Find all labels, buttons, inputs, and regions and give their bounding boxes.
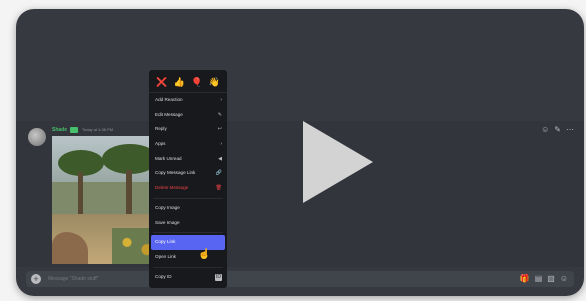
menu-item-edit-message[interactable]: Edit Message ✎ [149, 108, 227, 123]
image-trunk [126, 170, 132, 214]
menu-item-label: Edit Message [155, 111, 183, 117]
link-icon: 🔗 [215, 170, 222, 177]
menu-item-mark-unread[interactable]: Mark Unread ◀ [149, 152, 227, 167]
avatar[interactable] [28, 128, 46, 146]
menu-item-copy-message-link[interactable]: Copy Message Link 🔗 [149, 166, 227, 181]
menu-item-label: Save Image [155, 219, 180, 225]
pencil-icon: ✎ [217, 111, 222, 118]
menu-item-label: Copy Message Link [155, 170, 196, 176]
plus-icon[interactable]: + [31, 274, 41, 284]
menu-item-copy-id[interactable]: Copy ID ID [149, 270, 227, 285]
add-reaction-icon[interactable]: ☺ [541, 125, 549, 134]
menu-item-delete-message[interactable]: Delete Message 🗑 [149, 181, 227, 196]
menu-item-label: Mark Unread [155, 155, 182, 161]
reaction-wave-icon[interactable]: 👋 [209, 77, 220, 88]
menu-item-label: Add Reaction [155, 97, 183, 102]
trash-icon: 🗑 [215, 185, 222, 192]
gif-icon[interactable]: ▤ [535, 274, 543, 284]
message-context-menu: ❌ 👍 🎈 👋 Add Reaction › Edit Message ✎ Repl… [149, 70, 227, 288]
sticker-icon[interactable]: ▧ [547, 274, 555, 284]
edit-icon[interactable]: ✎ [554, 125, 561, 134]
message-image[interactable] [52, 136, 162, 264]
emoji-icon[interactable]: ☺ [560, 274, 568, 284]
menu-item-label: Copy Image [155, 204, 180, 210]
reaction-balloon-icon[interactable]: 🎈 [191, 77, 202, 88]
menu-item-label: Reply [155, 126, 167, 132]
message-author[interactable]: Shade [52, 127, 67, 133]
chevron-right-icon: › [220, 97, 222, 103]
image-trunk [78, 172, 83, 214]
reaction-thumbs-up-icon[interactable]: 👍 [174, 77, 185, 88]
hand-cursor-icon: ☝ [198, 249, 211, 260]
menu-item-label: Open Link [155, 253, 176, 259]
id-icon: ID [215, 273, 222, 281]
mark-unread-icon: ◀ [218, 155, 222, 162]
menu-item-copy-image[interactable]: Copy Image [149, 201, 227, 216]
quick-reactions: ❌ 👍 🎈 👋 [149, 70, 227, 93]
discord-window: Shade Today at 4:38 PM ☺ ✎ ⋯ + Message "… [16, 9, 584, 296]
message-row[interactable]: Shade Today at 4:38 PM [16, 121, 584, 267]
input-bar-icons: 🎁 ▤ ▧ ☺ [520, 274, 568, 284]
message-hover-toolbar: ☺ ✎ ⋯ [541, 125, 574, 134]
menu-item-copy-link[interactable]: Copy Link [151, 235, 225, 250]
menu-item-open-link[interactable]: Open Link [149, 250, 227, 265]
message-input[interactable]: Message "Shade stuff" [48, 274, 98, 284]
message-input-bar[interactable]: + Message "Shade stuff" 🎁 ▤ ▧ ☺ [26, 271, 574, 287]
reply-icon: ↩ [217, 126, 222, 133]
menu-divider [153, 197, 223, 199]
message-timestamp: Today at 4:38 PM [82, 127, 114, 132]
menu-divider [153, 266, 223, 268]
chevron-right-icon: › [220, 141, 222, 148]
menu-divider [153, 232, 223, 234]
more-icon[interactable]: ⋯ [566, 125, 574, 134]
menu-item-label: Apps [155, 141, 166, 147]
play-icon[interactable] [303, 121, 373, 203]
gift-icon[interactable]: 🎁 [520, 274, 530, 284]
menu-item-reply[interactable]: Reply ↩ [149, 122, 227, 137]
menu-item-label: Copy Link [155, 239, 176, 245]
menu-item-label: Copy ID [155, 273, 172, 279]
reaction-x-icon[interactable]: ❌ [156, 77, 167, 88]
bot-tag-icon [70, 127, 78, 133]
menu-item-label: Delete Message [155, 185, 189, 191]
menu-item-apps[interactable]: Apps › [149, 137, 227, 152]
menu-item-add-reaction[interactable]: Add Reaction › [149, 93, 227, 108]
menu-item-save-image[interactable]: Save Image [149, 216, 227, 231]
